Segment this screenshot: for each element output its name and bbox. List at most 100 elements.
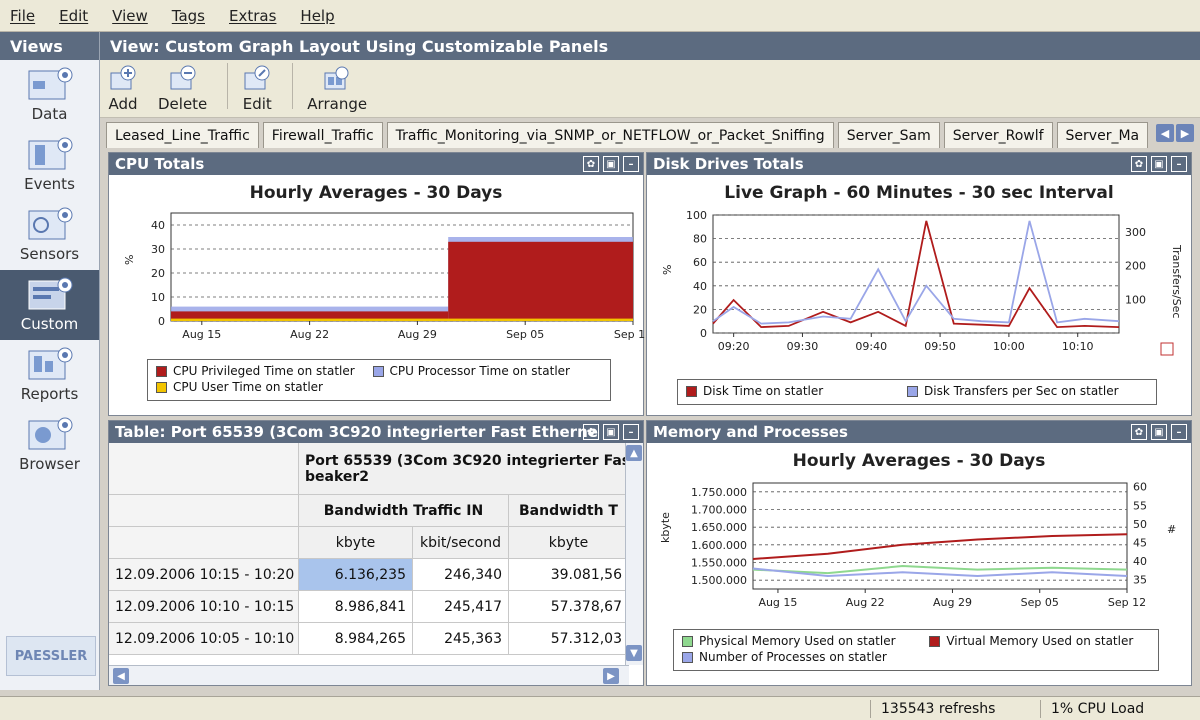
tab-leased-line-traffic[interactable]: Leased_Line_Traffic	[106, 122, 259, 148]
sidebar-item-label: Browser	[19, 455, 80, 473]
legend-swatch	[682, 651, 693, 663]
restore-icon[interactable]: ▣	[603, 156, 619, 172]
panel-header: Table: Port 65539 (3Com 3C920 integriert…	[109, 421, 643, 443]
x-tick-label: 09:40	[855, 340, 887, 353]
x-tick-label: Aug 22	[290, 328, 329, 341]
cpu-totals-panel: CPU Totals ✿ ▣ – Hourly Averages - 30 Days…	[108, 152, 645, 416]
sidebar-item-events[interactable]: Events	[0, 130, 99, 200]
vertical-scrollbar[interactable]: ▲ ▼	[625, 443, 643, 665]
tab-scroll-left-icon[interactable]: ◀	[1156, 124, 1174, 142]
device-header-label: Port 65539 (3Com 3C920 integrierter Fas	[305, 452, 629, 469]
x-tick-label: 09:30	[787, 340, 819, 353]
table-cell[interactable]: 8.984,265	[299, 623, 413, 655]
legend-label: CPU Processor Time on statler	[389, 364, 570, 378]
y-tick-label: 1.500.000	[691, 574, 747, 587]
minimize-icon[interactable]: –	[623, 424, 639, 440]
restore-icon[interactable]: ▣	[603, 424, 619, 440]
menu-help[interactable]: Help	[300, 7, 334, 25]
tab-server-rowlf[interactable]: Server_Rowlf	[943, 122, 1053, 148]
device-subheader: beaker2	[305, 468, 370, 485]
column-group-header[interactable]: Bandwidth Traffic IN	[299, 495, 509, 527]
column-group-header[interactable]: Bandwidth T	[509, 495, 629, 527]
panel-header: CPU Totals ✿ ▣ –	[109, 153, 643, 175]
minimize-icon[interactable]: –	[623, 156, 639, 172]
row-time[interactable]: 12.09.2006 10:15 - 10:20	[109, 559, 299, 591]
sidebar-item-label: Data	[31, 105, 68, 123]
restore-icon[interactable]: ▣	[1151, 156, 1167, 172]
legend-swatch	[372, 365, 384, 377]
scroll-down-icon[interactable]: ▼	[626, 645, 642, 661]
tab-server-ma[interactable]: Server_Ma	[1056, 122, 1149, 148]
tab-scroll: ◀ ▶	[1154, 124, 1194, 142]
table-cell[interactable]: 245,363	[413, 623, 509, 655]
views-sidebar: Views Data Events Sensors Custom Reports…	[0, 32, 100, 690]
x-tick-label: Sep 05	[1021, 596, 1059, 609]
scroll-right-icon[interactable]: ▶	[603, 668, 619, 684]
row-time[interactable]: 12.09.2006 10:10 - 10:15	[109, 591, 299, 623]
column-header[interactable]: kbyte	[299, 527, 413, 559]
area-segment	[171, 318, 633, 321]
y-axis-label: %	[123, 255, 136, 265]
table-cell[interactable]: 6.136,235	[299, 559, 413, 591]
row-time[interactable]: 12.09.2006 10:05 - 10:10	[109, 623, 299, 655]
sidebar-item-sensors[interactable]: Sensors	[0, 200, 99, 270]
table-cell[interactable]: 39.081,56	[509, 559, 629, 591]
y-tick-label: 1.650.000	[691, 521, 747, 534]
legend-item: Number of Processes on statler	[682, 650, 887, 664]
paessler-logo: PAESSLER	[6, 636, 96, 676]
minimize-icon[interactable]: –	[1171, 424, 1187, 440]
y-tick-label: 40	[151, 219, 165, 232]
table-cell[interactable]: 245,417	[413, 591, 509, 623]
restore-icon[interactable]: ▣	[1151, 424, 1167, 440]
horizontal-scrollbar[interactable]: ◀ ▶	[109, 665, 629, 685]
x-tick-label: Sep 12	[1108, 596, 1146, 609]
legend-item: CPU Processor Time on statler	[372, 364, 570, 378]
y2-tick-label: 100	[1125, 293, 1146, 306]
scroll-up-icon[interactable]: ▲	[626, 445, 642, 461]
settings-icon[interactable]: ✿	[1131, 424, 1147, 440]
settings-icon[interactable]: ✿	[583, 156, 599, 172]
table-cell[interactable]: 246,340	[413, 559, 509, 591]
y2-tick-label: 40	[1133, 555, 1147, 568]
column-header[interactable]: kbyte	[509, 527, 629, 559]
sidebar-item-data[interactable]: Data	[0, 60, 99, 130]
panel-header: Memory and Processes ✿ ▣ –	[647, 421, 1191, 443]
tab-server-sam[interactable]: Server_Sam	[837, 122, 940, 148]
sidebar-item-custom[interactable]: Custom	[0, 270, 99, 340]
table-cell[interactable]: 57.378,67	[509, 591, 629, 623]
settings-icon[interactable]: ✿	[583, 424, 599, 440]
minimize-icon[interactable]: –	[1171, 156, 1187, 172]
scroll-left-icon[interactable]: ◀	[113, 668, 129, 684]
table-cell[interactable]: 8.986,841	[299, 591, 413, 623]
settings-icon[interactable]: ✿	[1131, 156, 1147, 172]
tab-scroll-right-icon[interactable]: ▶	[1176, 124, 1194, 142]
arrange-button[interactable]: Arrange	[307, 65, 367, 113]
cpu-chart: % 0 10 20 30 40 Aug 15 Aug 22 Aug 29 Sep 05 Sep 1…	[123, 212, 645, 341]
menu-file[interactable]: File	[10, 7, 35, 25]
tab-traffic-monitoring[interactable]: Traffic_Monitoring_via_SNMP_or_NETFLOW_o…	[386, 122, 834, 148]
device-header: Port 65539 (3Com 3C920 integrierter Fas …	[299, 443, 629, 495]
menu-tags[interactable]: Tags	[172, 7, 205, 25]
x-tick-label: Sep 12	[614, 328, 645, 341]
sidebar-title: Views	[0, 32, 99, 60]
delete-button[interactable]: Delete	[158, 65, 207, 113]
x-tick-label: 10:00	[993, 340, 1025, 353]
x-tick-label: 09:50	[924, 340, 956, 353]
column-header[interactable]: kbit/second	[413, 527, 509, 559]
chart-legend: Physical Memory Used on statler Virtual …	[673, 629, 1159, 671]
toolbar-separator	[227, 63, 229, 109]
expand-icon	[1160, 342, 1174, 356]
add-button[interactable]: Add	[108, 65, 138, 113]
table-cell[interactable]: 57.312,03	[509, 623, 629, 655]
edit-button[interactable]: Edit	[242, 65, 272, 113]
sidebar-item-browser[interactable]: Browser	[0, 410, 99, 480]
menu-view[interactable]: View	[112, 7, 148, 25]
sidebar-item-reports[interactable]: Reports	[0, 340, 99, 410]
menu-edit[interactable]: Edit	[59, 7, 88, 25]
legend-swatch	[929, 635, 941, 647]
menu-extras[interactable]: Extras	[229, 7, 276, 25]
x-tick-label: Aug 15	[758, 596, 797, 609]
tab-firewall-traffic[interactable]: Firewall_Traffic	[262, 122, 383, 148]
menu-bar: File Edit View Tags Extras Help	[0, 0, 1200, 32]
events-icon	[28, 137, 72, 170]
